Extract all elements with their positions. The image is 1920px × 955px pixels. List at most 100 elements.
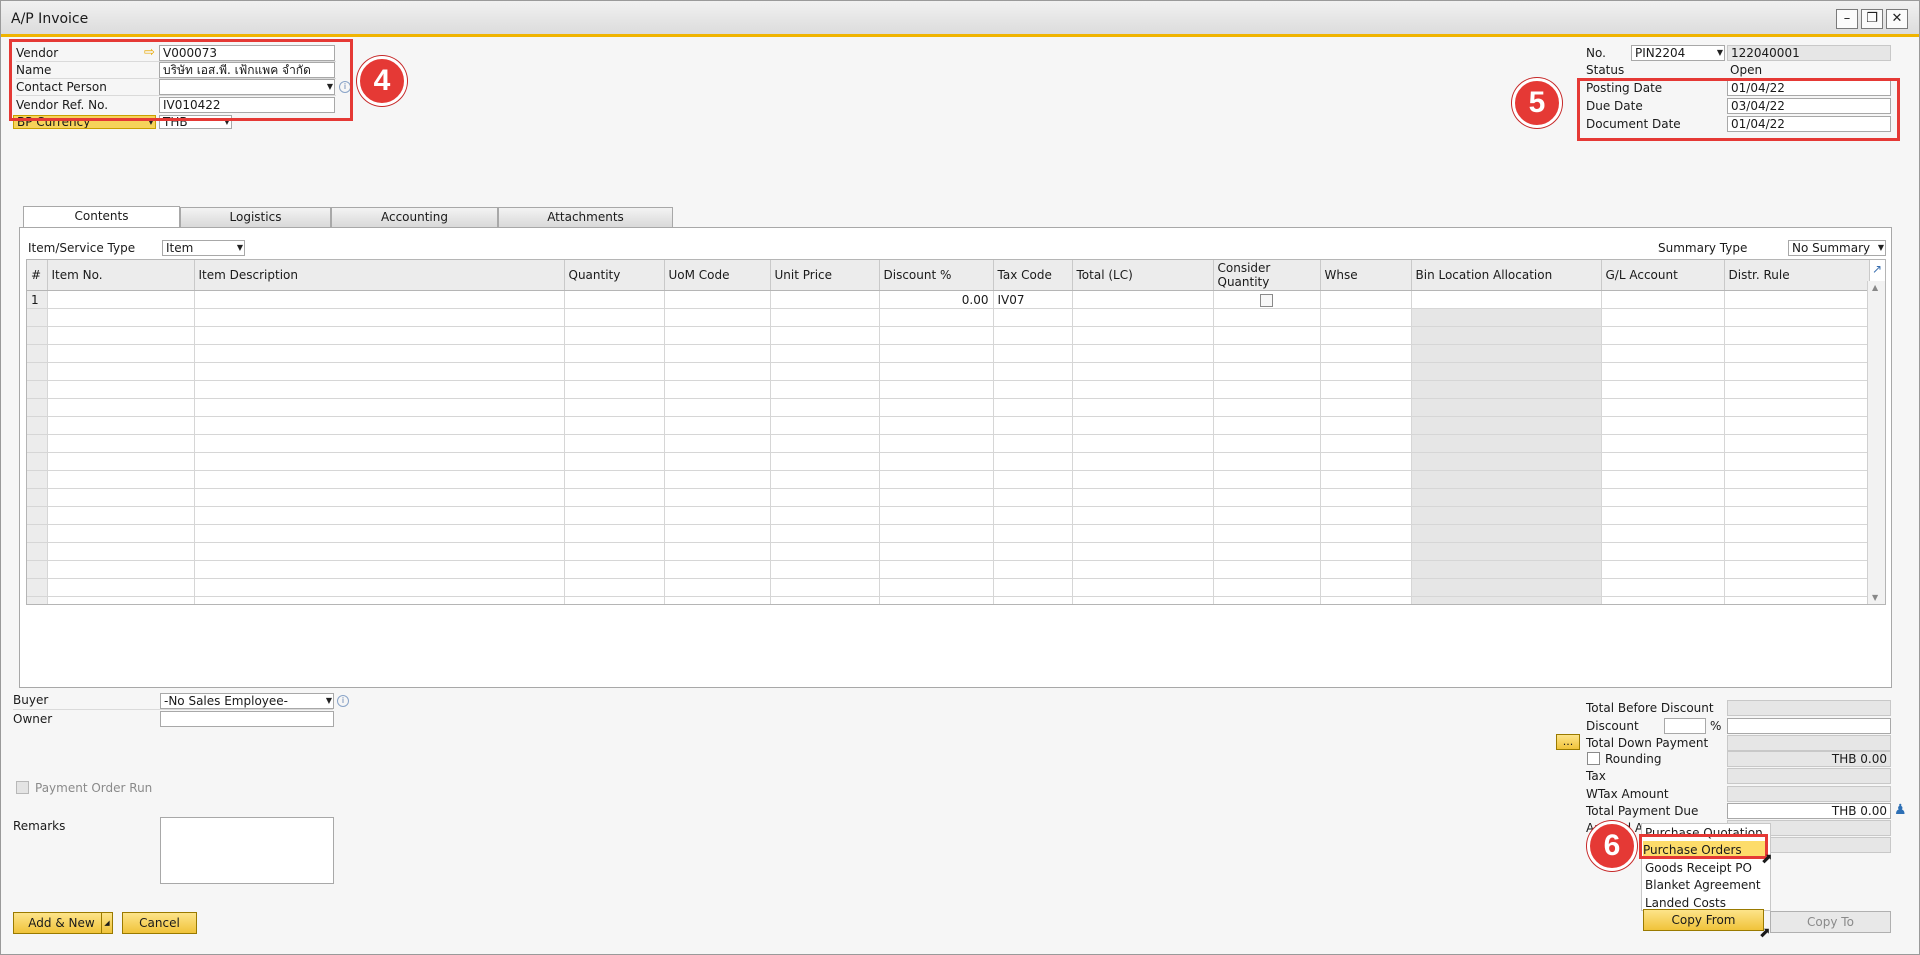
grid-cell[interactable] bbox=[1724, 308, 1870, 327]
col-header[interactable]: Bin Location Allocation bbox=[1411, 260, 1602, 291]
grid-cell[interactable] bbox=[770, 560, 880, 579]
table-row[interactable] bbox=[27, 362, 1870, 381]
grid-cell[interactable] bbox=[1411, 560, 1602, 579]
grid-cell[interactable] bbox=[1411, 398, 1602, 417]
grid-cell[interactable] bbox=[993, 596, 1073, 604]
grid-cell[interactable] bbox=[993, 362, 1073, 381]
grid-cell[interactable] bbox=[564, 452, 665, 471]
item-type-dropdown[interactable]: Item ▼ bbox=[162, 240, 245, 256]
grid-cell[interactable] bbox=[664, 452, 771, 471]
grid-cell[interactable] bbox=[1411, 362, 1602, 381]
grid-cell[interactable] bbox=[664, 416, 771, 435]
grid-cell[interactable] bbox=[770, 308, 880, 327]
grid-cell[interactable] bbox=[1213, 488, 1321, 507]
grid-cell[interactable] bbox=[879, 560, 994, 579]
grid-cell[interactable] bbox=[879, 344, 994, 363]
grid-cell[interactable] bbox=[564, 470, 665, 489]
col-header[interactable]: Discount % bbox=[879, 260, 994, 291]
grid-cell[interactable] bbox=[564, 308, 665, 327]
grid-cell[interactable] bbox=[194, 560, 565, 579]
grid-cell[interactable] bbox=[1601, 560, 1725, 579]
grid-cell[interactable] bbox=[1411, 380, 1602, 399]
grid-cell[interactable] bbox=[564, 560, 665, 579]
col-header[interactable]: Unit Price bbox=[770, 260, 880, 291]
grid-cell[interactable] bbox=[1320, 596, 1412, 604]
grid-cell[interactable] bbox=[770, 326, 880, 345]
grid-cell[interactable] bbox=[1601, 398, 1725, 417]
grid-cell[interactable] bbox=[194, 506, 565, 525]
grid-cell[interactable] bbox=[1320, 326, 1412, 345]
grid-cell[interactable] bbox=[194, 488, 565, 507]
grid-cell[interactable] bbox=[564, 434, 665, 453]
grid-cell[interactable] bbox=[1411, 344, 1602, 363]
grid-cell[interactable] bbox=[1072, 596, 1214, 604]
grid-cell[interactable] bbox=[1320, 470, 1412, 489]
grid-cell[interactable] bbox=[770, 524, 880, 543]
grid-cell[interactable] bbox=[879, 416, 994, 435]
grid-cell[interactable] bbox=[1213, 524, 1321, 543]
grid-cell[interactable] bbox=[1072, 434, 1214, 453]
close-icon[interactable]: ✕ bbox=[1886, 9, 1908, 29]
grid-cell[interactable] bbox=[1601, 470, 1725, 489]
scroll-up-icon[interactable]: ▲ bbox=[1872, 283, 1878, 292]
grid-cell[interactable] bbox=[993, 308, 1073, 327]
grid-cell[interactable] bbox=[1411, 596, 1602, 604]
grid-cell[interactable] bbox=[993, 488, 1073, 507]
grid-cell[interactable] bbox=[1724, 362, 1870, 381]
grid-cell[interactable] bbox=[770, 506, 880, 525]
table-row[interactable] bbox=[27, 524, 1870, 543]
grid-cell[interactable] bbox=[47, 542, 195, 561]
col-header[interactable]: # bbox=[27, 260, 48, 291]
grid-cell[interactable] bbox=[664, 488, 771, 507]
grid-cell[interactable] bbox=[879, 596, 994, 604]
grid-cell[interactable] bbox=[1411, 326, 1602, 345]
grid-cell[interactable] bbox=[564, 524, 665, 543]
grid-cell[interactable] bbox=[879, 434, 994, 453]
grid-cell[interactable] bbox=[564, 596, 665, 604]
grid-cell[interactable] bbox=[993, 416, 1073, 435]
grid-cell[interactable] bbox=[1213, 578, 1321, 597]
grid-cell[interactable] bbox=[47, 524, 195, 543]
grid-cell[interactable] bbox=[564, 506, 665, 525]
whse-cell[interactable] bbox=[1320, 290, 1412, 309]
payment-people-icon[interactable]: ♟ bbox=[1894, 802, 1907, 818]
grid-cell[interactable] bbox=[1724, 470, 1870, 489]
grid-cell[interactable] bbox=[1601, 326, 1725, 345]
grid-cell[interactable] bbox=[664, 506, 771, 525]
grid-cell[interactable] bbox=[564, 398, 665, 417]
grid-cell[interactable] bbox=[1411, 542, 1602, 561]
grid-cell[interactable] bbox=[1320, 560, 1412, 579]
grid-cell[interactable] bbox=[879, 470, 994, 489]
grid-cell[interactable] bbox=[879, 362, 994, 381]
grid-cell[interactable] bbox=[1411, 434, 1602, 453]
grid-cell[interactable] bbox=[993, 452, 1073, 471]
grid-cell[interactable] bbox=[1411, 470, 1602, 489]
grid-cell[interactable] bbox=[1724, 596, 1870, 604]
grid-cell[interactable] bbox=[664, 524, 771, 543]
grid-cell[interactable] bbox=[770, 488, 880, 507]
buyer-dropdown[interactable]: -No Sales Employee- ▼ bbox=[160, 693, 334, 709]
grid-cell[interactable] bbox=[1724, 434, 1870, 453]
col-header[interactable]: Whse bbox=[1320, 260, 1412, 291]
payment-order-run-checkbox[interactable] bbox=[16, 781, 29, 794]
grid-cell[interactable] bbox=[1072, 488, 1214, 507]
grid-cell[interactable] bbox=[993, 578, 1073, 597]
grid-cell[interactable] bbox=[879, 398, 994, 417]
grid-cell[interactable] bbox=[1724, 344, 1870, 363]
col-header[interactable]: Total (LC) bbox=[1072, 260, 1214, 291]
grid-cell[interactable] bbox=[1601, 524, 1725, 543]
grid-cell[interactable] bbox=[770, 542, 880, 561]
grid-cell[interactable] bbox=[1411, 506, 1602, 525]
bin-location-cell[interactable] bbox=[1411, 290, 1602, 309]
grid-cell[interactable] bbox=[47, 560, 195, 579]
grid-cell[interactable] bbox=[664, 434, 771, 453]
grid-cell[interactable] bbox=[1213, 542, 1321, 561]
grid-cell[interactable] bbox=[1213, 380, 1321, 399]
grid-cell[interactable] bbox=[194, 308, 565, 327]
grid-cell[interactable] bbox=[1213, 362, 1321, 381]
grid-cell[interactable] bbox=[1411, 488, 1602, 507]
grid-cell[interactable] bbox=[194, 326, 565, 345]
grid-cell[interactable] bbox=[993, 506, 1073, 525]
grid-cell[interactable] bbox=[47, 326, 195, 345]
menu-item-goods-receipt-po[interactable]: Goods Receipt PO bbox=[1645, 859, 1752, 877]
